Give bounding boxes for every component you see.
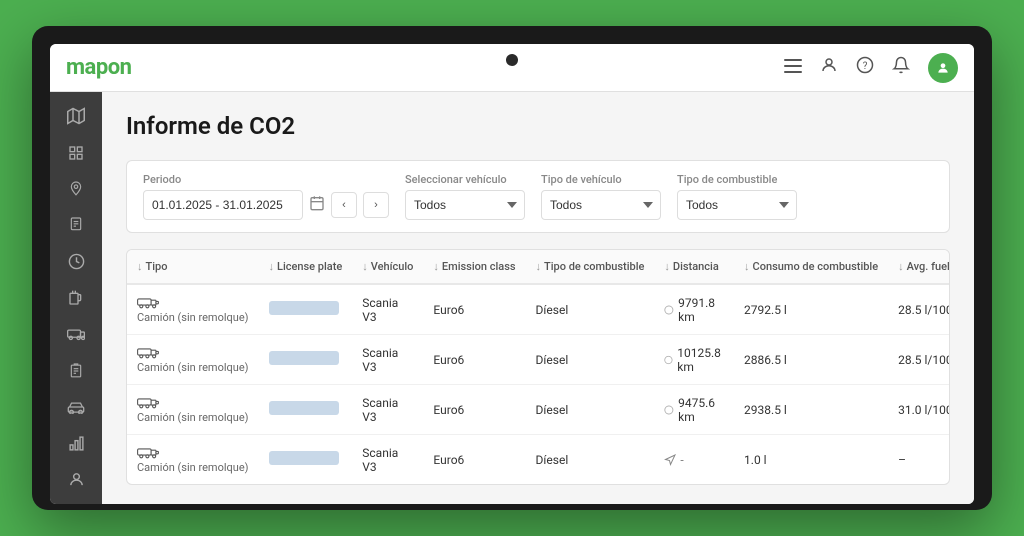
cell-emission-class: Euro6 [423, 435, 525, 485]
col-distancia[interactable]: ↓Distancia [654, 250, 734, 284]
col-emission-class[interactable]: ↓Emission class [423, 250, 525, 284]
period-input[interactable] [143, 190, 303, 220]
cell-tipo: Camión (sin remolque) [127, 335, 259, 385]
main-layout: Informe de CO2 Periodo ‹ › [50, 92, 974, 504]
vehicle-type-control: Todos [541, 190, 661, 220]
vehicle-type-select[interactable]: Todos [541, 190, 661, 220]
cell-license-plate [259, 385, 353, 435]
col-consumo[interactable]: ↓Consumo de combustible [734, 250, 888, 284]
license-plate-value [269, 351, 339, 365]
sidebar-item-user[interactable] [54, 464, 98, 496]
license-plate-value [269, 301, 339, 315]
license-plate-value [269, 401, 339, 415]
data-table: ↓Tipo ↓License plate ↓Vehículo ↓Emission… [126, 249, 950, 485]
bell-icon[interactable] [892, 56, 910, 79]
cell-avg-fuel: 31.0 l/100km [888, 385, 950, 435]
col-tipo[interactable]: ↓Tipo [127, 250, 259, 284]
cell-avg-fuel: 28.5 l/100km [888, 284, 950, 335]
cell-tipo: Camión (sin remolque) [127, 385, 259, 435]
cell-distancia: 9791.8 km [654, 284, 734, 335]
sidebar-item-clock[interactable] [54, 245, 98, 277]
cell-vehiculo: Scania V3 [352, 284, 423, 335]
sidebar-item-car[interactable] [54, 391, 98, 423]
license-plate-value [269, 451, 339, 465]
content-area: Informe de CO2 Periodo ‹ › [102, 92, 974, 504]
cell-emission-class: Euro6 [423, 284, 525, 335]
cell-fuel-type: Díesel [526, 435, 655, 485]
cell-vehiculo: Scania V3 [352, 335, 423, 385]
cell-fuel-type: Díesel [526, 385, 655, 435]
vehicle-select-label: Seleccionar vehículo [405, 173, 525, 186]
app-logo: mapon [66, 55, 131, 80]
period-filter-group: Periodo ‹ › [143, 173, 389, 220]
table-row: Camión (sin remolque) Scania V3Euro6Díes… [127, 385, 950, 435]
col-license-plate[interactable]: ↓License plate [259, 250, 353, 284]
table-row: Camión (sin remolque) Scania V3Euro6Díes… [127, 284, 950, 335]
table-row: Camión (sin remolque) Scania V3Euro6Díes… [127, 435, 950, 485]
cell-consumo: 1.0 l [734, 435, 888, 485]
cell-emission-class: Euro6 [423, 385, 525, 435]
calendar-icon[interactable] [309, 195, 325, 215]
cell-tipo: Camión (sin remolque) [127, 284, 259, 335]
cell-consumo: 2792.5 l [734, 284, 888, 335]
cell-distancia: - [654, 435, 734, 485]
vehicle-select-control: Todos [405, 190, 525, 220]
cell-distancia: 10125.8 km [654, 335, 734, 385]
period-control: ‹ › [143, 190, 389, 220]
distance-icon [664, 354, 673, 366]
cell-fuel-type: Díesel [526, 284, 655, 335]
vehicle-type-label: Tipo de vehículo [541, 173, 661, 186]
svg-text:?: ? [863, 61, 868, 72]
page-title: Informe de CO2 [126, 112, 950, 140]
sidebar [50, 92, 102, 504]
filter-bar: Periodo ‹ › Seleccionar vehículo [126, 160, 950, 233]
sidebar-item-transport[interactable] [54, 318, 98, 350]
col-avg-fuel[interactable]: ↓Avg. fuel cons. [888, 250, 950, 284]
person-icon[interactable] [820, 56, 838, 79]
cell-avg-fuel: – [888, 435, 950, 485]
next-period-button[interactable]: › [363, 192, 389, 218]
fuel-type-group: Tipo de combustible Todos [677, 173, 797, 220]
fuel-type-control: Todos [677, 190, 797, 220]
cell-tipo: Camión (sin remolque) [127, 435, 259, 485]
menu-icon[interactable] [784, 57, 802, 78]
fuel-type-select[interactable]: Todos [677, 190, 797, 220]
cell-license-plate [259, 435, 353, 485]
col-vehiculo[interactable]: ↓Vehículo [352, 250, 423, 284]
sidebar-item-analytics[interactable] [54, 427, 98, 459]
distance-icon [664, 304, 674, 316]
user-avatar[interactable] [928, 53, 958, 83]
cell-consumo: 2938.5 l [734, 385, 888, 435]
sidebar-item-location[interactable] [54, 173, 98, 205]
top-icons: ? [784, 53, 958, 83]
cell-distancia: 9475.6 km [654, 385, 734, 435]
col-fuel-type[interactable]: ↓Tipo de combustible [526, 250, 655, 284]
table-row: Camión (sin remolque) Scania V3Euro6Díes… [127, 335, 950, 385]
cell-license-plate [259, 335, 353, 385]
distance-icon [664, 404, 674, 416]
sidebar-item-document[interactable] [54, 209, 98, 241]
vehicle-select-group: Seleccionar vehículo Todos [405, 173, 525, 220]
cell-avg-fuel: 28.5 l/100km [888, 335, 950, 385]
sidebar-item-clipboard[interactable] [54, 355, 98, 387]
sidebar-item-map[interactable] [54, 100, 98, 132]
sidebar-item-fuel[interactable] [54, 282, 98, 314]
cell-consumo: 2886.5 l [734, 335, 888, 385]
cell-emission-class: Euro6 [423, 335, 525, 385]
cell-vehiculo: Scania V3 [352, 385, 423, 435]
vehicle-select[interactable]: Todos [405, 190, 525, 220]
table-header-row: ↓Tipo ↓License plate ↓Vehículo ↓Emission… [127, 250, 950, 284]
vehicle-type-group: Tipo de vehículo Todos [541, 173, 661, 220]
fuel-type-label: Tipo de combustible [677, 173, 797, 186]
nav-icon [664, 454, 676, 466]
top-bar: mapon ? [50, 44, 974, 92]
period-label: Periodo [143, 173, 389, 186]
sidebar-item-grid[interactable] [54, 136, 98, 168]
prev-period-button[interactable]: ‹ [331, 192, 357, 218]
help-icon[interactable]: ? [856, 56, 874, 79]
cell-vehiculo: Scania V3 [352, 435, 423, 485]
cell-license-plate [259, 284, 353, 335]
cell-fuel-type: Díesel [526, 335, 655, 385]
